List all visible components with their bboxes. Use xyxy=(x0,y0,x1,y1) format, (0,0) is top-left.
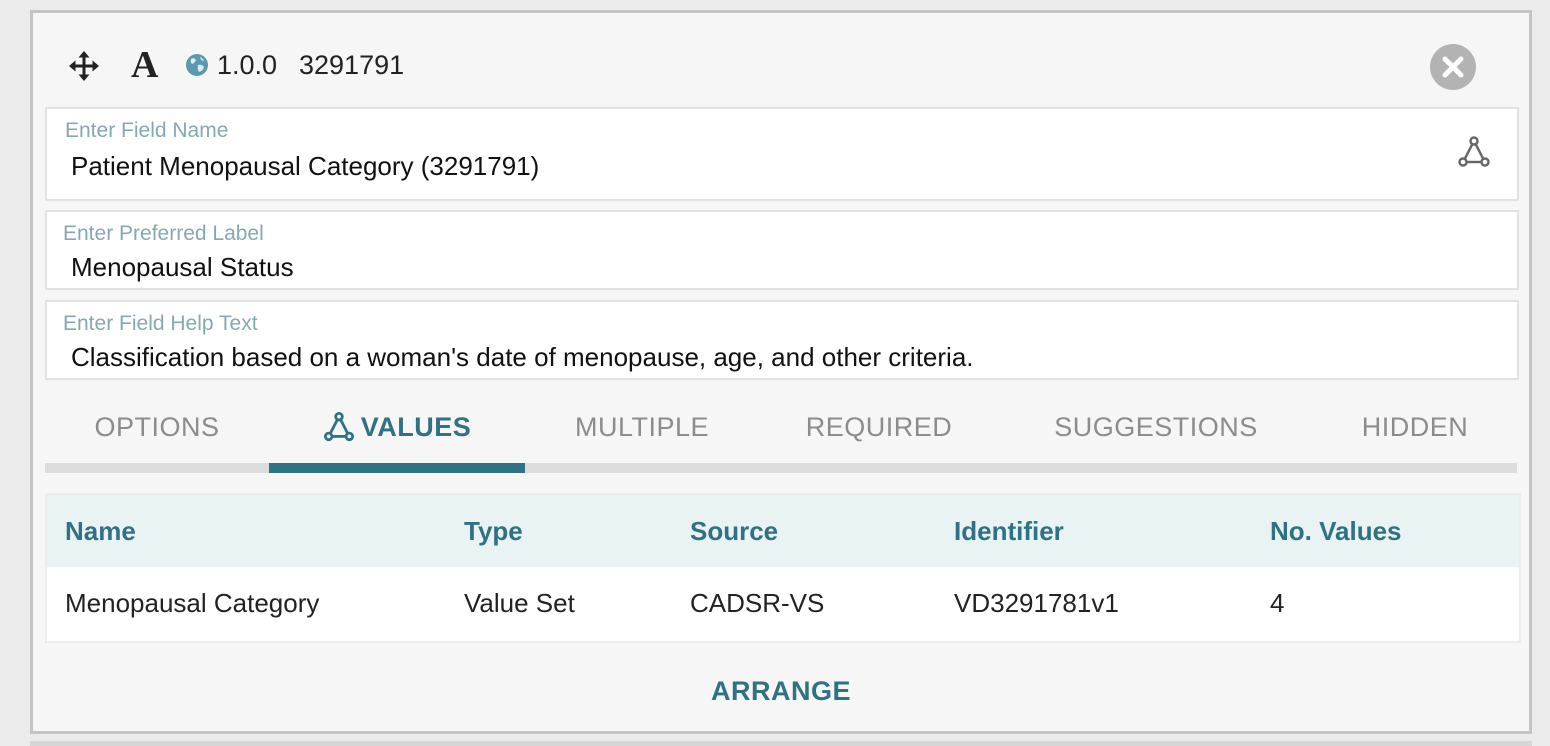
arrange-button[interactable]: ARRANGE xyxy=(681,669,881,713)
version-number: 1.0.0 xyxy=(217,50,278,80)
tab-multiple[interactable]: MULTIPLE xyxy=(525,391,759,463)
tab-options[interactable]: OPTIONS xyxy=(45,391,269,463)
next-card-edge xyxy=(30,741,1532,746)
tab-hidden[interactable]: HIDDEN xyxy=(1313,391,1517,463)
tab-required[interactable]: REQUIRED xyxy=(759,391,999,463)
field-tabs: OPTIONS VALUES MULTIPLE REQUIRED SUGGEST… xyxy=(45,391,1517,475)
column-header-identifier[interactable]: Identifier xyxy=(954,495,1064,567)
help-text-input[interactable] xyxy=(71,342,1431,373)
text-field-type-icon: A xyxy=(131,44,159,86)
column-header-type[interactable]: Type xyxy=(464,495,523,567)
column-header-source[interactable]: Source xyxy=(690,495,778,567)
field-name-label: Enter Field Name xyxy=(65,119,229,142)
field-name-input[interactable] xyxy=(71,151,1431,182)
tab-values-label: VALUES xyxy=(360,411,472,442)
cell-type: Value Set xyxy=(464,588,575,618)
cell-no-values: 4 xyxy=(1270,588,1285,618)
tab-hidden-label: HIDDEN xyxy=(1361,411,1469,442)
tree-icon[interactable] xyxy=(1457,135,1491,169)
tab-suggestions[interactable]: SUGGESTIONS xyxy=(999,391,1313,463)
tab-bar xyxy=(45,463,1517,473)
globe-icon xyxy=(185,53,209,77)
close-button[interactable] xyxy=(1430,44,1476,90)
tree-icon xyxy=(323,411,354,442)
field-editor-card: A 1.0.0 3291791 Enter Field Name Patient… xyxy=(30,10,1532,734)
tab-values[interactable]: VALUES xyxy=(269,391,525,463)
values-table: Name Type Source Identifier No. Values M… xyxy=(45,493,1521,643)
preferred-label-box: Enter Preferred Label xyxy=(45,210,1519,290)
preferred-label-input[interactable] xyxy=(71,252,1431,283)
tab-required-label: REQUIRED xyxy=(805,411,953,442)
tab-suggestions-label: SUGGESTIONS xyxy=(1054,411,1258,442)
cell-source: CADSR-VS xyxy=(690,588,825,618)
field-identifier: 3291791 xyxy=(299,50,405,80)
field-name-box: Enter Field Name xyxy=(45,107,1519,201)
close-icon xyxy=(1442,56,1464,78)
table-header: Name Type Source Identifier No. Values xyxy=(47,495,1519,567)
cell-name: Menopausal Category xyxy=(65,588,320,618)
field-header: A 1.0.0 3291791 xyxy=(33,13,1529,105)
help-text-box: Enter Field Help Text xyxy=(45,300,1519,380)
tab-options-label: OPTIONS xyxy=(94,411,220,442)
cell-identifier: VD3291781v1 xyxy=(954,588,1119,618)
column-header-name[interactable]: Name xyxy=(65,495,136,567)
help-text-label: Enter Field Help Text xyxy=(63,312,258,335)
column-header-no-values[interactable]: No. Values xyxy=(1270,495,1402,567)
tab-active-indicator xyxy=(269,463,525,473)
tab-multiple-label: MULTIPLE xyxy=(574,411,710,442)
preferred-label-label: Enter Preferred Label xyxy=(63,222,264,245)
move-icon[interactable] xyxy=(69,51,99,81)
table-row[interactable]: Menopausal Category Value Set CADSR-VS V… xyxy=(47,567,1519,639)
